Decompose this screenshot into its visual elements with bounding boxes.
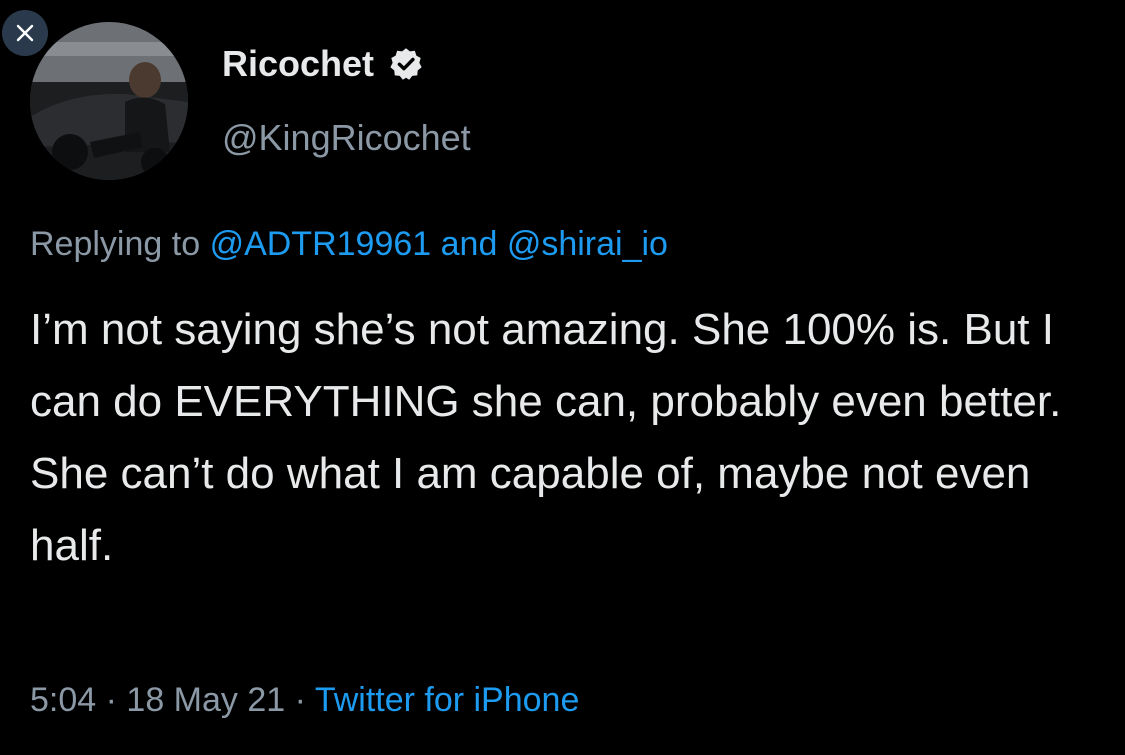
meta-separator: · bbox=[294, 681, 306, 719]
replying-to-line: Replying to @ADTR19961 and @shirai_io bbox=[30, 224, 668, 265]
reply-joiner: and bbox=[440, 225, 498, 263]
tweet-time[interactable]: 5:04 bbox=[30, 681, 96, 719]
verified-badge-icon bbox=[390, 48, 422, 80]
reply-mention-2[interactable]: @shirai_io bbox=[507, 225, 668, 263]
tweet-text: I’m not saying she’s not amazing. She 10… bbox=[30, 305, 1062, 570]
close-icon bbox=[16, 24, 34, 42]
author-display-name[interactable]: Ricochet bbox=[222, 46, 374, 82]
close-button[interactable] bbox=[2, 10, 48, 56]
replying-to-label: Replying to bbox=[30, 225, 201, 263]
reply-mention-1[interactable]: @ADTR19961 bbox=[210, 225, 432, 263]
author-handle[interactable]: @KingRicochet bbox=[222, 120, 471, 156]
tweet-source[interactable]: Twitter for iPhone bbox=[315, 681, 580, 719]
tweet-date[interactable]: 18 May 21 bbox=[126, 681, 285, 719]
author-name-row: Ricochet bbox=[222, 46, 424, 82]
tweet-meta: 5:04 · 18 May 21 · Twitter for iPhone bbox=[30, 680, 579, 721]
meta-separator: · bbox=[105, 681, 117, 719]
avatar[interactable] bbox=[30, 22, 188, 180]
